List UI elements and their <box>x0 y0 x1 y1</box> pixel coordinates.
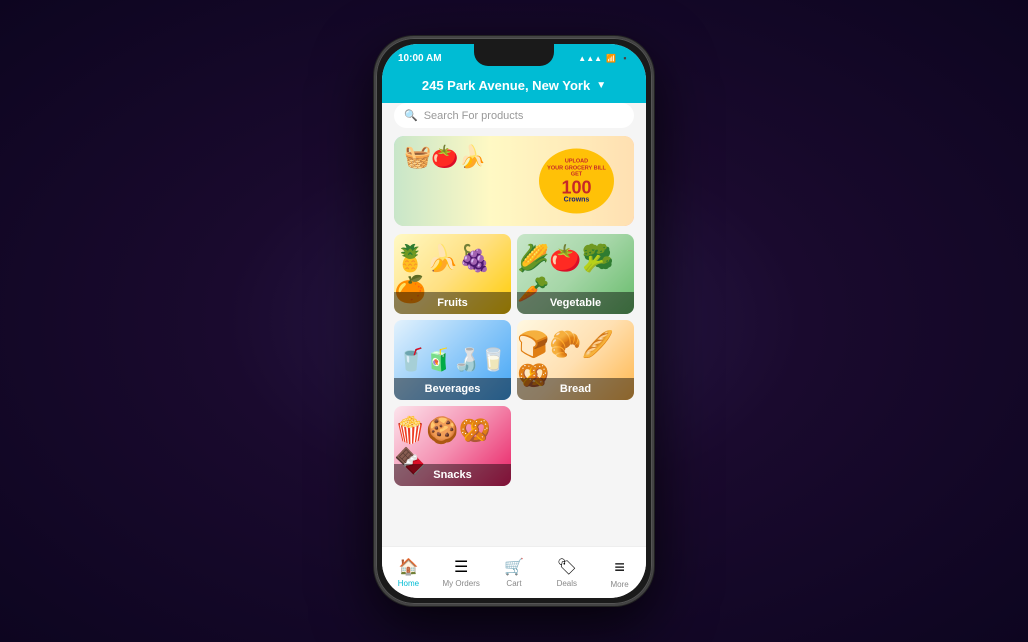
beverages-icon: 🥤🧃🍶🥛 <box>398 347 508 373</box>
fruits-label: Fruits <box>394 292 511 314</box>
search-placeholder-text: Search For products <box>424 110 524 122</box>
nav-home-label: Home <box>398 579 419 588</box>
status-time: 10:00 AM <box>398 53 442 64</box>
promo-banner[interactable]: 🧺🍅🍌 UPLOADYOUR GROCERY BILLGET 100 Crown… <box>394 136 634 226</box>
promo-upload-text: UPLOADYOUR GROCERY BILLGET <box>547 159 606 179</box>
vegetable-label: Vegetable <box>517 292 634 314</box>
nav-orders-label: My Orders <box>443 579 480 588</box>
home-icon: 🏠 <box>398 557 418 577</box>
nav-more[interactable]: ≡ More <box>593 557 646 589</box>
nav-home[interactable]: 🏠 Home <box>382 557 435 588</box>
phone-frame: 10:00 AM ▲▲▲ 📶 ▪️ 245 Park Avenue, New Y… <box>374 36 654 606</box>
category-bread[interactable]: 🍞🥐🥖🥨 Bread <box>517 320 634 400</box>
nav-orders[interactable]: ☰ My Orders <box>435 557 488 588</box>
wifi-icon: 📶 <box>606 54 616 63</box>
header[interactable]: 245 Park Avenue, New York ▼ <box>382 72 646 103</box>
category-fruits[interactable]: 🍍🍌🍇🍊 Fruits <box>394 234 511 314</box>
bottom-nav: 🏠 Home ☰ My Orders 🛒 Cart 🏷 Deals ≡ <box>382 546 646 598</box>
signal-icon: ▲▲▲ <box>578 54 602 63</box>
snacks-label: Snacks <box>394 464 511 486</box>
phone-wrapper: 10:00 AM ▲▲▲ 📶 ▪️ 245 Park Avenue, New Y… <box>374 36 654 606</box>
battery-icon: ▪️ <box>620 54 630 63</box>
orders-icon: ☰ <box>454 557 468 577</box>
cart-icon: 🛒 <box>504 557 524 577</box>
nav-cart-label: Cart <box>506 579 521 588</box>
nav-more-label: More <box>610 580 628 589</box>
promo-amount: 100 <box>561 178 591 196</box>
nav-deals-label: Deals <box>557 579 577 588</box>
notch <box>474 44 554 66</box>
beverages-label: Beverages <box>394 378 511 400</box>
category-beverages[interactable]: 🥤🧃🍶🥛 Beverages <box>394 320 511 400</box>
promo-currency: Crowns <box>564 196 590 203</box>
chevron-down-icon: ▼ <box>596 80 606 91</box>
more-icon: ≡ <box>614 557 625 578</box>
nav-cart[interactable]: 🛒 Cart <box>488 557 541 588</box>
address-text: 245 Park Avenue, New York <box>422 78 590 93</box>
basket-icon: 🧺🍅🍌 <box>404 144 486 170</box>
status-icons: ▲▲▲ 📶 ▪️ <box>578 54 630 63</box>
category-snacks[interactable]: 🍿🍪🥨🍫 Snacks <box>394 406 511 486</box>
nav-deals[interactable]: 🏷 Deals <box>540 557 593 588</box>
deals-icon: 🏷 <box>557 557 577 577</box>
bread-label: Bread <box>517 378 634 400</box>
search-bar[interactable]: 🔍 Search For products <box>394 103 634 128</box>
category-vegetable[interactable]: 🌽🍅🥦🥕 Vegetable <box>517 234 634 314</box>
categories-grid: 🍍🍌🍇🍊 Fruits 🌽🍅🥦🥕 Vegetable 🥤🧃🍶🥛 Beverage… <box>382 234 646 546</box>
promo-badge: UPLOADYOUR GROCERY BILLGET 100 Crowns <box>539 149 614 214</box>
search-icon: 🔍 <box>404 109 418 122</box>
phone-screen: 10:00 AM ▲▲▲ 📶 ▪️ 245 Park Avenue, New Y… <box>382 44 646 598</box>
